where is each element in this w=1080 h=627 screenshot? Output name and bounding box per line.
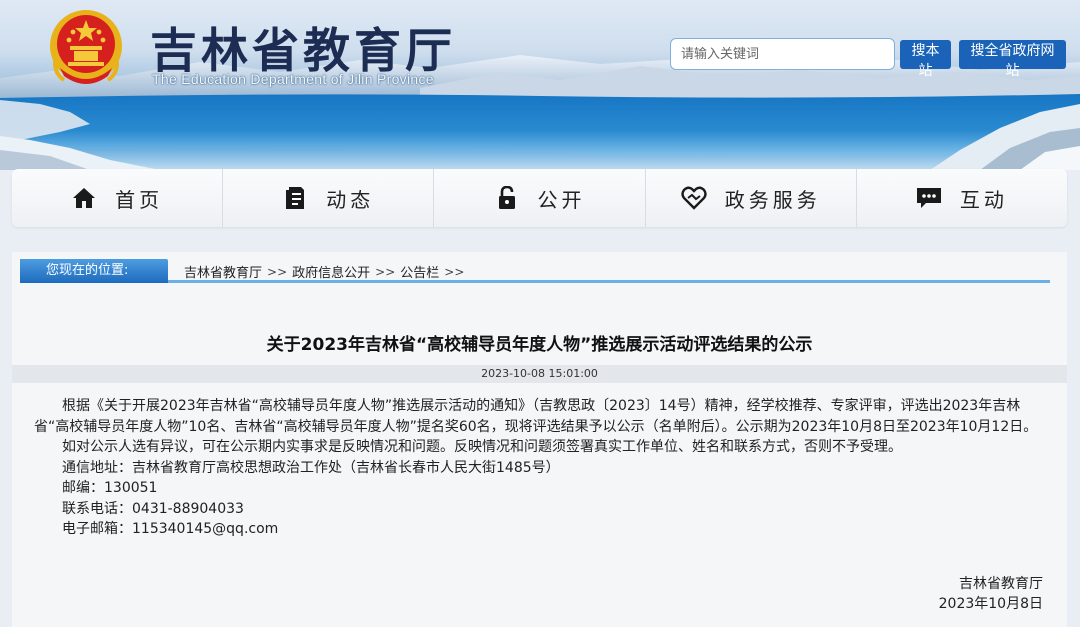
nav-item-services[interactable]: 政务服务: [646, 169, 857, 227]
breadcrumb-label: 您现在的位置:: [20, 259, 168, 283]
search-province-button[interactable]: 搜全省政府网站: [959, 40, 1066, 79]
chat-icon: [916, 185, 942, 211]
contact-email: 电子邮箱：115340145@qq.com: [62, 521, 279, 537]
search-site-button[interactable]: 搜本站: [900, 40, 951, 79]
main-nav: 首页 动态 公开 政务服务 互动: [12, 169, 1067, 227]
breadcrumb-separator: >>: [444, 264, 465, 279]
breadcrumb: 您现在的位置: 吉林省教育厅 >> 政府信息公开 >> 公告栏 >>: [20, 259, 1050, 283]
nav-item-news[interactable]: 动态: [223, 169, 435, 227]
nav-item-interact[interactable]: 互动: [857, 169, 1067, 227]
signature-date: 2023年10月8日: [938, 596, 1043, 612]
breadcrumb-separator: >>: [267, 264, 288, 279]
site-subtitle: The Education Department of Jilin Provin…: [152, 71, 434, 87]
handshake-heart-icon: [681, 185, 707, 211]
document-icon: [282, 185, 308, 211]
article-paragraph: 如对公示人选有异议，可在公示期内实事求是反映情况和问题。反映情况和问题须签署真实…: [62, 439, 902, 455]
breadcrumb-link-gov-info[interactable]: 政府信息公开: [292, 262, 370, 281]
home-icon: [71, 185, 97, 211]
contact-phone: 联系电话：0431-88904033: [62, 500, 244, 517]
article-body: 根据《关于开展2023年吉林省“高校辅导员年度人物”推选展示活动的通知》（吉教思…: [34, 396, 1046, 540]
nav-item-label: 公开: [537, 187, 586, 212]
search-input[interactable]: [670, 38, 895, 70]
breadcrumb-link-notice-board[interactable]: 公告栏: [400, 262, 439, 281]
nav-item-public[interactable]: 公开: [434, 169, 646, 227]
national-emblem-icon: [50, 10, 122, 84]
contact-postcode: 邮编：130051: [62, 480, 158, 496]
contact-address: 通信地址：吉林省教育厅高校思想政治工作处（吉林省长春市人民大街1485号）: [62, 459, 560, 476]
nav-item-label: 互动: [959, 187, 1008, 212]
nav-item-label: 首页: [115, 187, 164, 212]
nav-item-home[interactable]: 首页: [12, 169, 224, 227]
breadcrumb-link-home[interactable]: 吉林省教育厅: [184, 262, 262, 281]
nav-item-label: 动态: [326, 187, 375, 212]
article-datetime: 2023-10-08 15:01:00: [12, 365, 1067, 383]
lock-icon: [494, 185, 520, 211]
nav-item-label: 政务服务: [724, 187, 821, 212]
signature-org: 吉林省教育厅: [959, 576, 1043, 592]
breadcrumb-separator: >>: [375, 264, 396, 279]
article-title: 关于2023年吉林省“高校辅导员年度人物”推选展示活动评选结果的公示: [266, 335, 813, 355]
content-panel: 您现在的位置: 吉林省教育厅 >> 政府信息公开 >> 公告栏 >> 关于202…: [12, 252, 1067, 627]
header-banner: 吉林省教育厅 The Education Department of Jilin…: [0, 0, 1080, 170]
article-paragraph: 根据《关于开展2023年吉林省“高校辅导员年度人物”推选展示活动的通知》（吉教思…: [34, 398, 1038, 435]
article-signature: 吉林省教育厅 2023年10月8日: [939, 574, 1043, 614]
breadcrumb-links: 吉林省教育厅 >> 政府信息公开 >> 公告栏 >>: [184, 262, 469, 282]
